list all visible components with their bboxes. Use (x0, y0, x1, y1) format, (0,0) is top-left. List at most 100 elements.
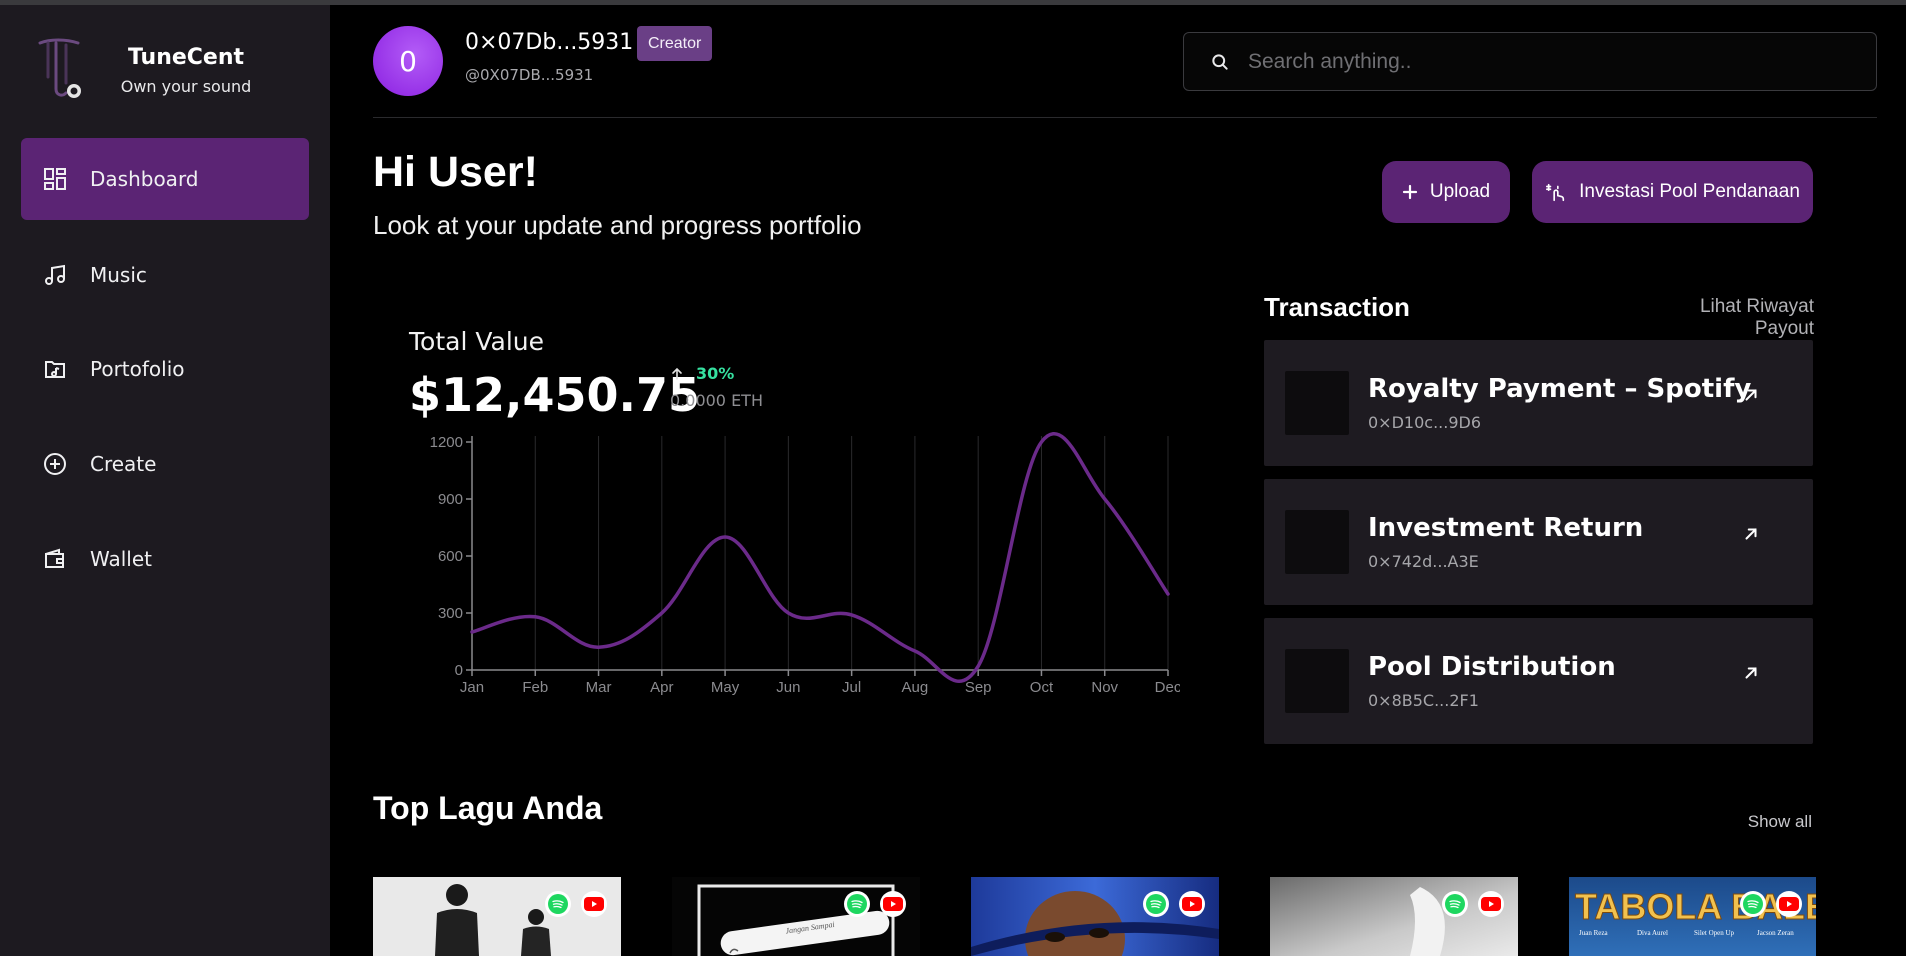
youtube-icon[interactable] (1478, 891, 1504, 917)
chart-x-tick-label: Jan (460, 679, 484, 696)
spotify-icon[interactable] (1442, 891, 1468, 917)
folder-music-icon (42, 356, 68, 382)
spotify-icon[interactable] (1143, 891, 1169, 917)
value-change-percent: 30% (696, 364, 735, 383)
transaction-name: Pool Distribution (1368, 652, 1616, 682)
wallet-icon (42, 546, 68, 572)
brand[interactable]: TuneCent Own your sound (36, 35, 316, 107)
spotify-icon[interactable] (545, 891, 571, 917)
invest-pool-button-label: Investasi Pool Pendanaan (1579, 181, 1800, 202)
arrow-up-right-icon (1745, 389, 1757, 401)
song-card[interactable] (1270, 877, 1518, 956)
song-card[interactable]: TABOLA BALE Juan Reza Diva Aurel Silet O… (1569, 877, 1816, 956)
chart-y-tick-label: 900 (438, 491, 463, 508)
transaction-thumbnail (1285, 371, 1349, 435)
sidebar-item-music[interactable]: Music (21, 234, 309, 316)
user-handle: @0X07DB...5931 (465, 66, 594, 84)
arrow-up-right-icon (1745, 528, 1757, 540)
transaction-thumbnail (1285, 510, 1349, 574)
top-songs-title: Top Lagu Anda (373, 790, 603, 826)
sidebar-item-dashboard[interactable]: Dashboard (21, 138, 309, 220)
search-input[interactable] (1248, 49, 1876, 74)
header-divider (373, 117, 1877, 118)
spotify-icon[interactable] (1740, 891, 1766, 917)
cover-name: Jacson Zeran (1757, 929, 1794, 937)
song-cover-image (971, 877, 1219, 956)
payout-history-link[interactable]: Lihat Riwayat Payout (1638, 296, 1814, 340)
youtube-icon[interactable] (1179, 891, 1205, 917)
song-card[interactable] (373, 877, 621, 956)
sidebar-item-label: Create (90, 452, 157, 476)
transaction-card[interactable]: Investment Return 0×742d...A3E (1264, 479, 1813, 605)
chart-x-tick-label: Jul (842, 679, 861, 696)
spotify-icon[interactable] (844, 891, 870, 917)
song-cover-image (373, 877, 621, 956)
song-cover-image: Jangan Sampai (672, 877, 920, 956)
song-card[interactable]: Jangan Sampai (672, 877, 920, 956)
show-all-link[interactable]: Show all (1720, 812, 1812, 832)
brand-name: TuneCent (127, 45, 245, 70)
song-card[interactable] (971, 877, 1219, 956)
transaction-card[interactable]: Royalty Payment – Spotify 0×D10c...9D6 (1264, 340, 1813, 466)
total-value-chart: 0 300 600 900 1200 Jan Feb Mar Apr May Jun Jul Aug Se… (430, 432, 1180, 696)
arrow-up-right-icon (1745, 667, 1757, 679)
avatar[interactable]: 0 (373, 26, 443, 96)
page-title: Hi User! (373, 148, 538, 196)
music-note-icon (42, 262, 68, 288)
transaction-name: Investment Return (1368, 513, 1644, 543)
transaction-hash: 0×742d...A3E (1368, 552, 1479, 571)
wallet-address: 0×07Db...5931 (465, 30, 634, 55)
search-icon (1212, 53, 1228, 70)
brand-tagline: Own your sound (120, 77, 252, 96)
transaction-thumbnail (1285, 649, 1349, 713)
chart-series-line (470, 432, 1170, 683)
chart-y-tick-label: 600 (438, 548, 463, 565)
chart-x-tick-label: Apr (650, 679, 673, 696)
sidebar-item-portofolio[interactable]: Portofolio (21, 328, 309, 410)
sidebar-item-label: Dashboard (90, 167, 199, 191)
sidebar-item-label: Portofolio (90, 357, 185, 381)
chart-y-tick-label: 0 (455, 662, 463, 679)
sidebar-item-create[interactable]: Create (21, 423, 309, 505)
total-value-amount: $12,450.75 (409, 368, 701, 422)
chart-x-tick-label: Nov (1091, 679, 1118, 696)
upload-button[interactable]: Upload (1382, 161, 1510, 223)
chart-x-tick-label: Jun (776, 679, 800, 696)
invest-pool-button[interactable]: Investasi Pool Pendanaan (1532, 161, 1813, 223)
total-value-label: Total Value (409, 327, 544, 356)
value-change: 30% (670, 364, 734, 383)
sidebar-item-label: Wallet (90, 547, 153, 571)
chart-x-tick-label: Dec (1155, 679, 1180, 696)
dashboard-icon (42, 166, 68, 192)
page-subtitle: Look at your update and progress portfol… (373, 210, 862, 240)
youtube-icon[interactable] (880, 891, 906, 917)
youtube-icon[interactable] (581, 891, 607, 917)
chart-x-tick-label: Feb (522, 679, 548, 696)
total-value-eth: 0.0000 ETH (670, 391, 763, 410)
sidebar: TuneCent Own your sound Dashboard Music … (0, 5, 330, 956)
upload-button-label: Upload (1429, 181, 1491, 202)
hand-coin-icon (1546, 183, 1565, 202)
transaction-card[interactable]: Pool Distribution 0×8B5C...2F1 (1264, 618, 1813, 744)
song-cover-image (1270, 877, 1518, 956)
search-bar (1183, 32, 1877, 91)
transaction-hash: 0×8B5C...2F1 (1368, 691, 1479, 710)
chart-x-tick-label: Mar (586, 679, 612, 696)
chart-y-tick-label: 1200 (430, 434, 463, 451)
youtube-icon[interactable] (1776, 891, 1802, 917)
cover-name: Diva Aurel (1637, 929, 1668, 937)
song-cover-image: TABOLA BALE Juan Reza Diva Aurel Silet O… (1569, 877, 1816, 956)
transaction-title: Transaction (1264, 292, 1410, 322)
role-badge: Creator (637, 26, 713, 61)
sidebar-item-label: Music (90, 263, 147, 287)
arrow-up-icon (672, 367, 682, 380)
chart-x-tick-label: Oct (1030, 679, 1054, 696)
transaction-hash: 0×D10c...9D6 (1368, 413, 1481, 432)
transaction-name: Royalty Payment – Spotify (1368, 374, 1752, 404)
sidebar-item-wallet[interactable]: Wallet (21, 518, 309, 600)
chart-x-tick-label: Sep (965, 679, 992, 696)
cover-name: Silet Open Up (1694, 929, 1735, 937)
cover-name: Juan Reza (1579, 929, 1608, 937)
chart-y-tick-label: 300 (438, 605, 463, 622)
tunecent-logo-icon (38, 38, 81, 98)
